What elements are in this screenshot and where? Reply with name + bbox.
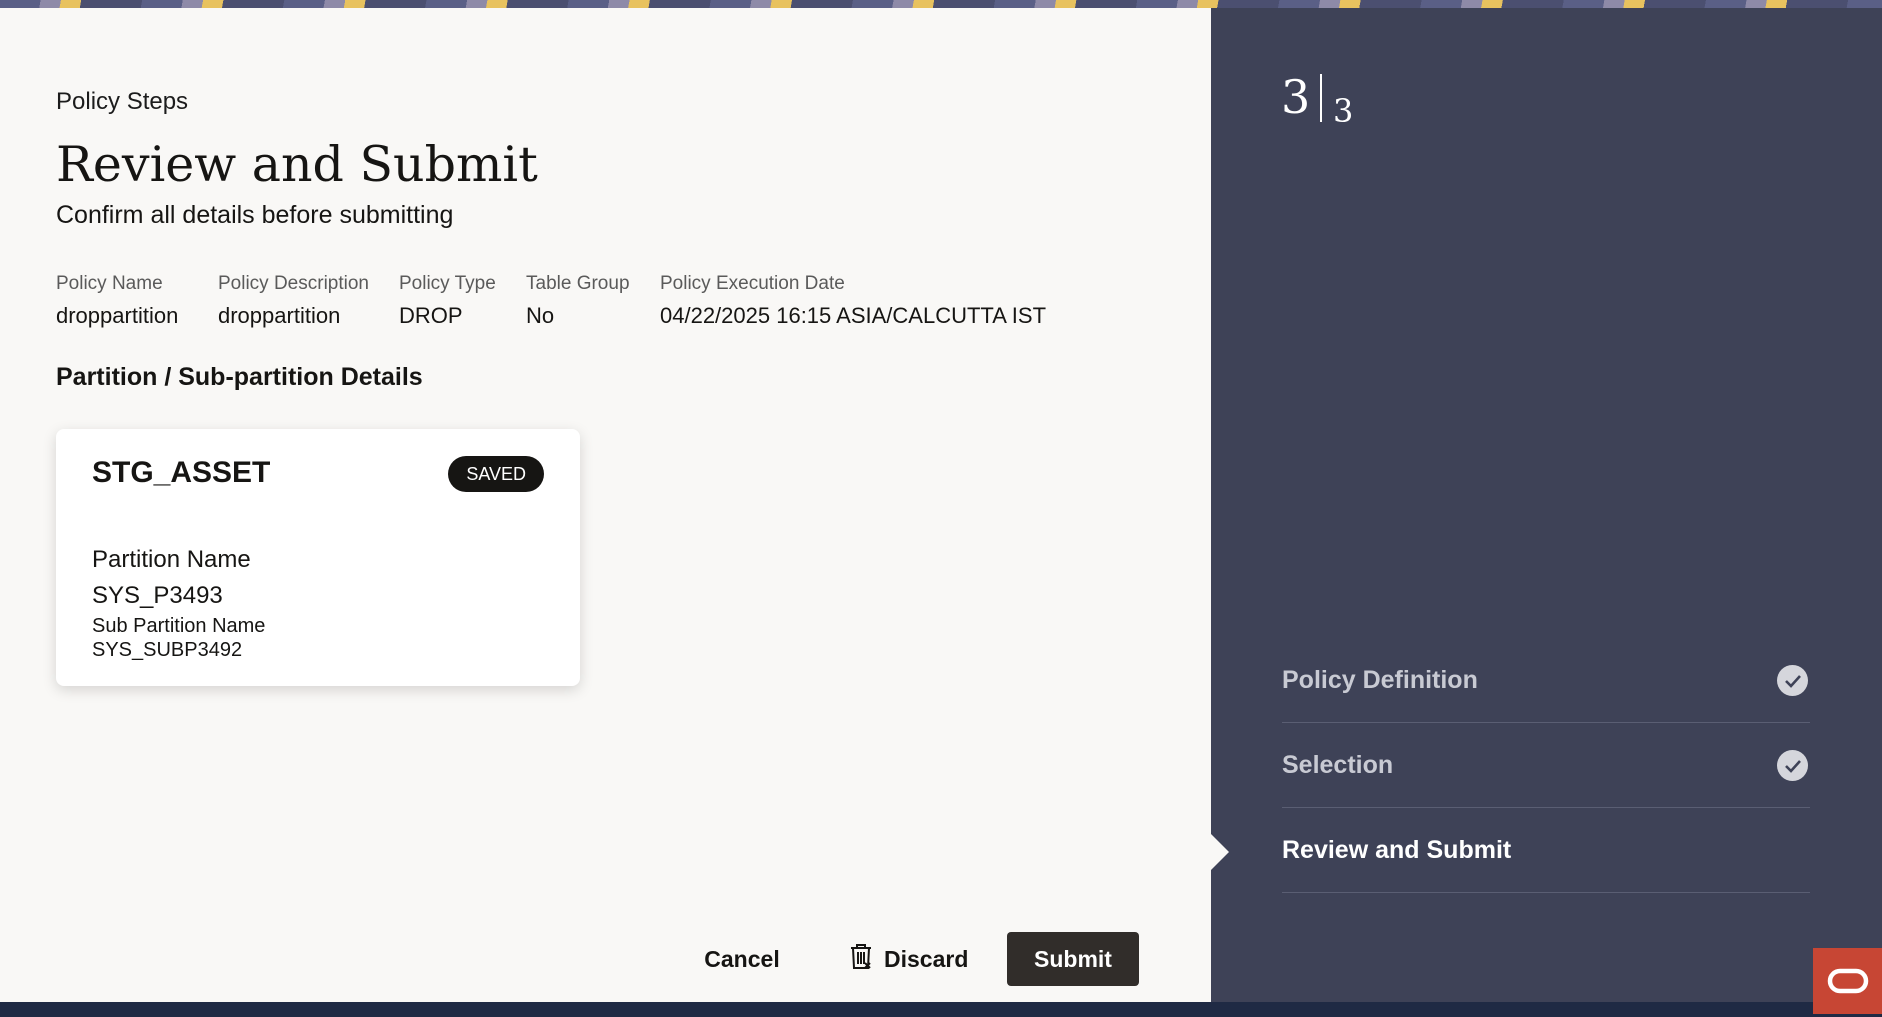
partition-details-heading: Partition / Sub-partition Details [56, 363, 423, 391]
policy-execution-date-value: 04/22/2025 16:15 ASIA/CALCUTTA IST [660, 303, 1047, 328]
submit-button[interactable]: Submit [1007, 932, 1139, 986]
partition-name-label: Partition Name [92, 546, 251, 573]
decorative-banner [0, 0, 1882, 8]
policy-type-value: DROP [399, 303, 463, 328]
policy-steps-label: Policy Steps [56, 88, 189, 115]
discard-button[interactable]: Discard [834, 932, 974, 986]
policy-name-label: Policy Name [56, 273, 163, 294]
step-label: Selection [1282, 751, 1394, 779]
step-label: Review and Submit [1282, 836, 1512, 864]
sub-partition-name-value: SYS_SUBP3492 [92, 639, 243, 661]
step-selection[interactable]: Selection [1282, 723, 1810, 808]
page-subtitle: Confirm all details before submitting [56, 201, 454, 229]
table-group-value: No [526, 303, 555, 328]
policy-name-value: droppartition [56, 303, 179, 328]
active-step-pointer [1211, 834, 1229, 870]
check-circle-icon [1777, 665, 1808, 696]
policy-name-field: Policy Name droppartition [56, 273, 178, 329]
table-group-label: Table Group [526, 273, 630, 294]
card-table-name: STG_ASSET [92, 456, 271, 489]
oracle-assistant-button[interactable] [1813, 948, 1882, 1014]
sub-partition-name-label: Sub Partition Name [92, 615, 266, 637]
cancel-button-label: Cancel [704, 945, 780, 972]
counter-divider [1320, 74, 1322, 122]
policy-drawer: Policy Steps Review and Submit Confirm a… [0, 8, 1211, 1014]
page-title: Review and Submit [56, 136, 538, 193]
total-steps-number: 3 [1333, 92, 1354, 130]
step-label: Policy Definition [1282, 666, 1478, 694]
policy-execution-date-field: Policy Execution Date 04/22/2025 16:15 A… [660, 273, 1046, 329]
check-circle-icon [1777, 750, 1808, 781]
submit-button-label: Submit [1034, 945, 1112, 972]
policy-description-field: Policy Description droppartition [218, 273, 369, 329]
policy-type-label: Policy Type [399, 273, 496, 294]
step-policy-definition[interactable]: Policy Definition [1282, 638, 1810, 723]
status-badge: SAVED [448, 456, 544, 492]
cancel-button[interactable]: Cancel [692, 932, 792, 986]
oracle-logo-icon [1827, 968, 1868, 994]
step-review-and-submit[interactable]: Review and Submit [1282, 808, 1810, 893]
partition-card[interactable]: STG_ASSET SAVED Partition Name SYS_P3493… [56, 429, 580, 686]
partition-name-value: SYS_P3493 [92, 582, 223, 609]
current-step-number: 3 [1281, 70, 1311, 124]
trash-icon [848, 942, 874, 976]
discard-button-label: Discard [884, 945, 969, 972]
table-group-field: Table Group No [526, 273, 630, 329]
policy-type-field: Policy Type DROP [399, 273, 496, 329]
bottom-strip [0, 1002, 1882, 1017]
step-list: Policy Definition Selection Review and S… [1282, 638, 1810, 893]
policy-description-value: droppartition [218, 303, 341, 328]
policy-execution-date-label: Policy Execution Date [660, 273, 845, 294]
policy-description-label: Policy Description [218, 273, 369, 294]
